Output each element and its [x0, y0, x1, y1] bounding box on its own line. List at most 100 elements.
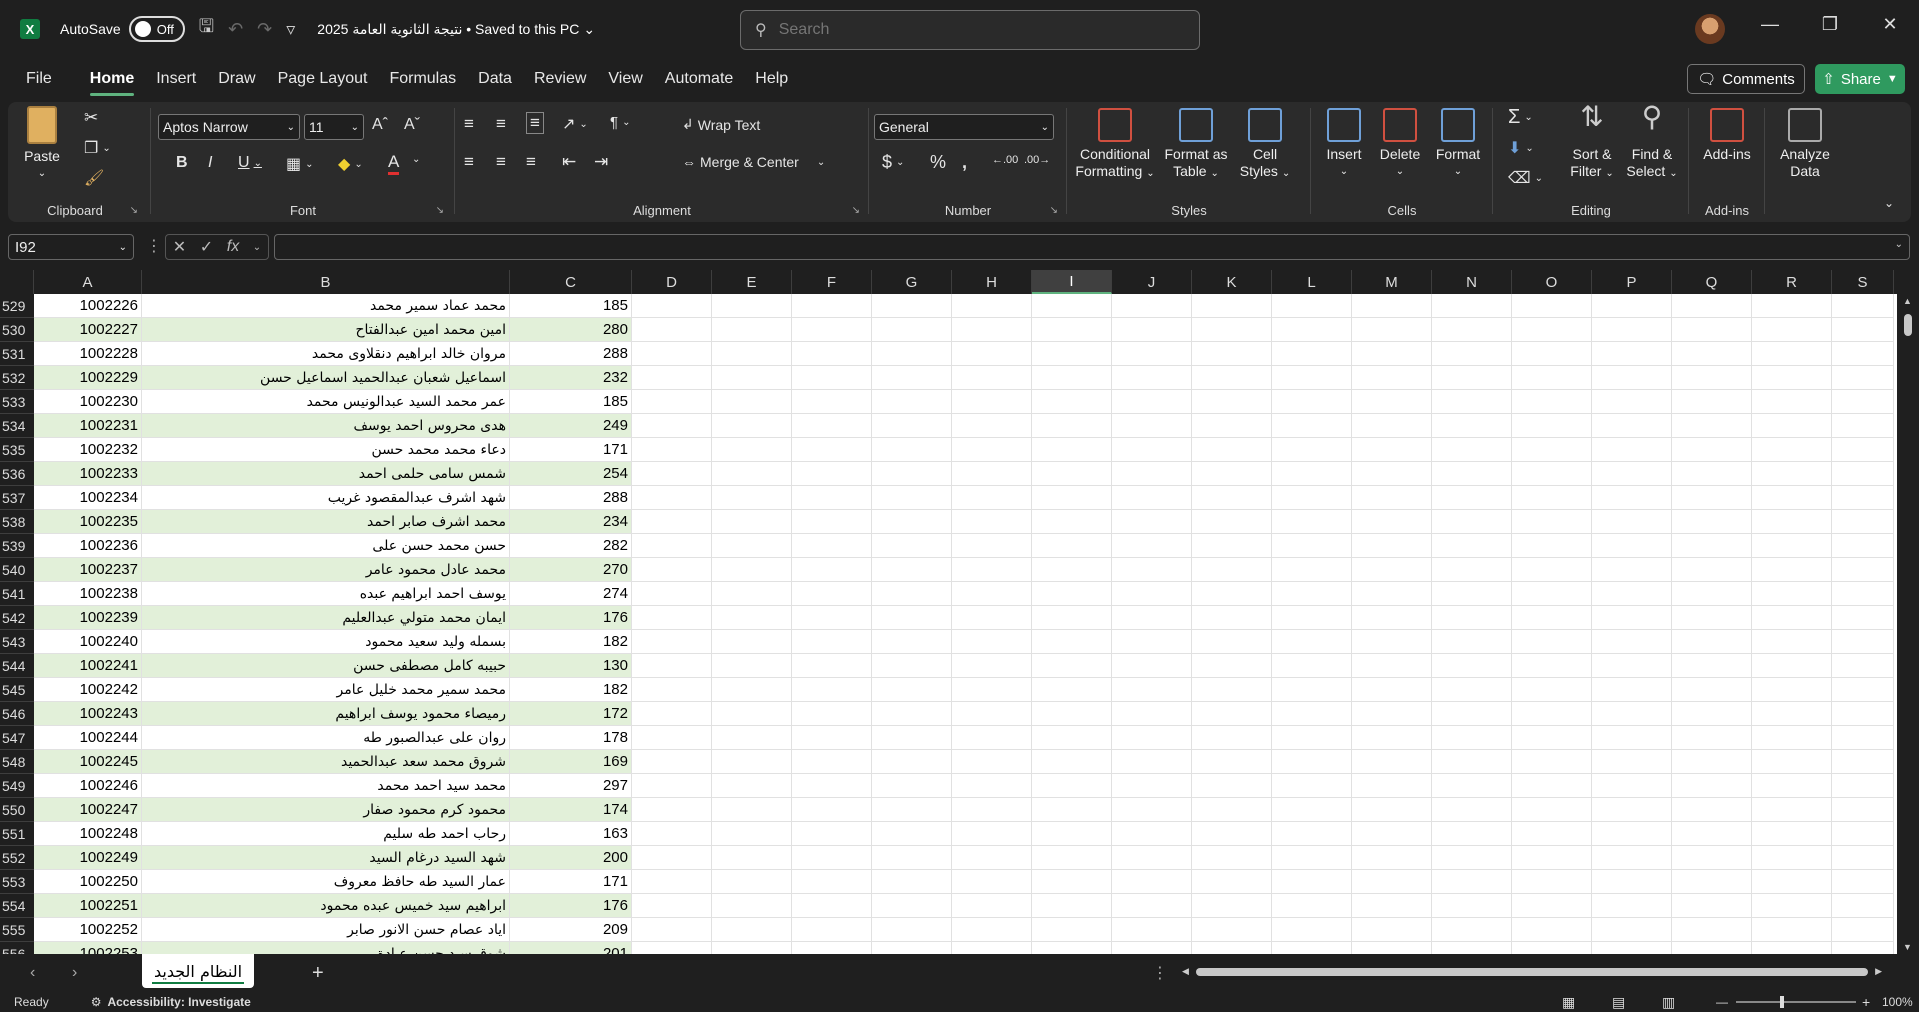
empty-cell[interactable] [1432, 654, 1512, 678]
empty-cell[interactable] [1752, 294, 1832, 318]
align-right-icon[interactable]: ≡ [526, 152, 536, 172]
empty-cell[interactable] [1832, 582, 1894, 606]
empty-cell[interactable] [712, 702, 792, 726]
horizontal-scrollbar[interactable]: ◀ ▶ [1182, 966, 1882, 978]
empty-cell[interactable] [1752, 630, 1832, 654]
cell-a[interactable]: 1002230 [34, 390, 142, 414]
empty-cell[interactable] [632, 654, 712, 678]
empty-cell[interactable] [952, 726, 1032, 750]
empty-cell[interactable] [1592, 942, 1672, 954]
column-header-r[interactable]: R [1752, 270, 1832, 294]
cell-c[interactable]: 254 [510, 462, 632, 486]
empty-cell[interactable] [792, 414, 872, 438]
empty-cell[interactable] [1272, 702, 1352, 726]
empty-cell[interactable] [1672, 438, 1752, 462]
cell-b[interactable]: هدى محروس احمد يوسف [142, 414, 510, 438]
empty-cell[interactable] [1192, 294, 1272, 318]
cell-c[interactable]: 182 [510, 678, 632, 702]
cell-c[interactable]: 282 [510, 534, 632, 558]
cell-c[interactable]: 176 [510, 606, 632, 630]
empty-cell[interactable] [1752, 486, 1832, 510]
empty-cell[interactable] [1272, 582, 1352, 606]
sort-filter-button[interactable]: ⇅ Sort & Filter ⌄ [1564, 103, 1620, 182]
empty-cell[interactable] [1592, 390, 1672, 414]
empty-cell[interactable] [872, 918, 952, 942]
avatar[interactable] [1695, 14, 1725, 44]
empty-cell[interactable] [1432, 318, 1512, 342]
empty-cell[interactable] [1672, 294, 1752, 318]
empty-cell[interactable] [1272, 822, 1352, 846]
cell-c[interactable]: 185 [510, 294, 632, 318]
empty-cell[interactable] [872, 558, 952, 582]
empty-cell[interactable] [1592, 366, 1672, 390]
menu-data[interactable]: Data [478, 66, 512, 92]
empty-cell[interactable] [1192, 510, 1272, 534]
decrease-decimal-icon[interactable]: .00→ [1024, 154, 1050, 166]
empty-cell[interactable] [872, 630, 952, 654]
empty-cell[interactable] [1672, 798, 1752, 822]
row-header[interactable]: 546 [0, 702, 34, 726]
empty-cell[interactable] [792, 630, 872, 654]
empty-cell[interactable] [952, 798, 1032, 822]
empty-cell[interactable] [1032, 558, 1112, 582]
empty-cell[interactable] [1352, 894, 1432, 918]
empty-cell[interactable] [1192, 774, 1272, 798]
empty-cell[interactable] [1272, 726, 1352, 750]
accessibility-status[interactable]: Accessibility: Investigate [107, 995, 250, 1009]
empty-cell[interactable] [712, 486, 792, 510]
cell-c[interactable]: 174 [510, 798, 632, 822]
row-header[interactable]: 530 [0, 318, 34, 342]
empty-cell[interactable] [872, 318, 952, 342]
empty-cell[interactable] [1432, 822, 1512, 846]
empty-cell[interactable] [1832, 678, 1894, 702]
orientation-icon[interactable]: ↗ ⌄ [562, 114, 588, 134]
empty-cell[interactable] [952, 606, 1032, 630]
menu-insert[interactable]: Insert [156, 66, 196, 92]
empty-cell[interactable] [792, 534, 872, 558]
empty-cell[interactable] [632, 702, 712, 726]
empty-cell[interactable] [1352, 414, 1432, 438]
empty-cell[interactable] [632, 366, 712, 390]
cell-c[interactable]: 163 [510, 822, 632, 846]
empty-cell[interactable] [792, 294, 872, 318]
cell-b[interactable]: بسمله وليد سعيد محمود [142, 630, 510, 654]
empty-cell[interactable] [1592, 750, 1672, 774]
empty-cell[interactable] [1032, 654, 1112, 678]
empty-cell[interactable] [1112, 774, 1192, 798]
empty-cell[interactable] [1432, 726, 1512, 750]
row-header[interactable]: 549 [0, 774, 34, 798]
empty-cell[interactable] [1112, 630, 1192, 654]
empty-cell[interactable] [632, 870, 712, 894]
column-header-l[interactable]: L [1272, 270, 1352, 294]
align-left-icon[interactable]: ≡ [464, 152, 474, 172]
empty-cell[interactable] [1832, 654, 1894, 678]
format-as-table-button[interactable]: Format as Table ⌄ [1160, 108, 1232, 182]
empty-cell[interactable] [1032, 798, 1112, 822]
font-size-select[interactable]: 11 ⌄ [304, 114, 364, 140]
empty-cell[interactable] [632, 294, 712, 318]
column-header-k[interactable]: K [1192, 270, 1272, 294]
column-header-e[interactable]: E [712, 270, 792, 294]
empty-cell[interactable] [1112, 342, 1192, 366]
row-header[interactable]: 533 [0, 390, 34, 414]
cell-c[interactable]: 130 [510, 654, 632, 678]
empty-cell[interactable] [1112, 942, 1192, 954]
empty-cell[interactable] [1672, 630, 1752, 654]
empty-cell[interactable] [712, 414, 792, 438]
cell-a[interactable]: 1002252 [34, 918, 142, 942]
empty-cell[interactable] [792, 894, 872, 918]
empty-cell[interactable] [1512, 582, 1592, 606]
empty-cell[interactable] [1112, 414, 1192, 438]
empty-cell[interactable] [952, 294, 1032, 318]
empty-cell[interactable] [712, 294, 792, 318]
empty-cell[interactable] [1672, 942, 1752, 954]
increase-decimal-icon[interactable]: ←.00 [992, 154, 1018, 166]
launcher-icon[interactable]: ↘ [436, 205, 444, 216]
empty-cell[interactable] [872, 534, 952, 558]
empty-cell[interactable] [1192, 846, 1272, 870]
empty-cell[interactable] [1272, 294, 1352, 318]
empty-cell[interactable] [1432, 366, 1512, 390]
empty-cell[interactable] [1752, 606, 1832, 630]
vertical-scrollbar[interactable]: ▲ ▼ [1897, 294, 1919, 954]
empty-cell[interactable] [1352, 654, 1432, 678]
